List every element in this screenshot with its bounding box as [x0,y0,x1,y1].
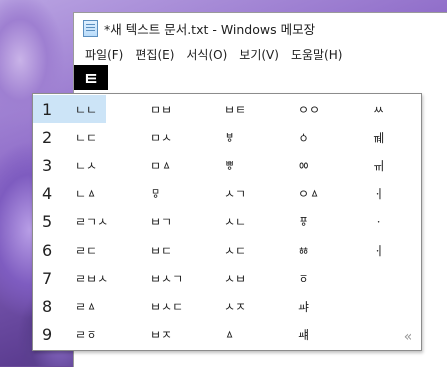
window-title: *새 텍스트 문서.txt - Windows 메모장 [104,21,316,37]
candidate-item[interactable]: ㅁㅅ [150,123,172,151]
ime-candidate-window: 1 ㄴㄴ ㅁㅂ ㅂㅌ ㅇㅇㅆ 2 ㄴㄷ ㅁㅅㅸㆁㆋ 3 ㄴㅅ ㅁㅿㅹㆀㆌ 4 ㄴㅿㅱㅅㄱ ㅇㅿㆎ 5 ㄹㄱㅅㅂ… [32,93,422,351]
candidate-item[interactable]: ㅂㄷ [150,236,172,264]
candidate-item[interactable]: ㄹㄱㅅ [75,208,108,236]
title-bar: *새 텍스트 문서.txt - Windows 메모장 [74,13,447,43]
candidate-row: 7 ㄹㅂㅅ ㅂㅅㄱ ㅅㅂㆆ [33,264,421,292]
candidate-item[interactable]: ㅅㅂ [224,264,246,292]
candidate-item[interactable]: ㄴㄴ [75,95,97,123]
candidate-item[interactable]: ㆄ [298,208,309,236]
candidate-item[interactable]: ㅇㅿ [298,180,320,208]
candidate-item[interactable]: ㅹ [224,151,235,179]
candidate-item[interactable]: ㅂㄱ [150,208,172,236]
candidate-item[interactable]: ㅂㅅㄱ [150,264,183,292]
candidate-item[interactable]: ㄴㄷ [75,123,97,151]
candidate-item[interactable]: ㆍ [373,208,384,236]
candidate-row: 6 ㄹㄷ ㅂㄷ ㅅㄷㆅㆎ [33,236,421,264]
menu-format[interactable]: 서식(O) [180,46,233,63]
expand-candidates-button[interactable]: « [399,328,417,346]
candidate-row: 9 ㄹㆆ ㅂㅈㅿㆈ [33,321,421,349]
candidate-item[interactable]: ㅁㅿ [150,151,172,179]
candidate-item[interactable]: ㅅㄷ [224,236,246,264]
candidate-item[interactable]: ㅂㅈ [150,321,172,349]
candidate-item[interactable]: ㅁㅂ [150,95,172,123]
candidate-item[interactable]: ㆈ [298,321,309,349]
candidate-item[interactable]: ㆎ [373,180,384,208]
candidate-row: 4 ㄴㅿㅱㅅㄱ ㅇㅿㆎ [33,180,421,208]
candidate-row: 1 ㄴㄴ ㅁㅂ ㅂㅌ ㅇㅇㅆ [33,95,421,123]
candidate-item[interactable]: ㄴㅅ [75,151,97,179]
notepad-icon [83,19,98,37]
candidate-row: 5 ㄹㄱㅅ ㅂㄱ ㅅㄴㆄㆍ [33,208,421,236]
menu-file[interactable]: 파일(F) [79,46,129,63]
candidate-item[interactable]: ㆆ [298,264,309,292]
candidate-item[interactable]: ㄹㆆ [75,321,97,349]
candidate-item[interactable]: ㄹㅂㅅ [75,264,108,292]
candidate-item[interactable]: ㅿ [224,321,235,349]
candidate-item[interactable]: ㅇㅇ [298,95,320,123]
candidate-item[interactable]: ㆁ [298,123,309,151]
candidate-item[interactable]: ㅱ [150,180,161,208]
menu-view[interactable]: 보기(V) [233,46,285,63]
candidate-item[interactable]: ㆋ [373,123,384,151]
ime-composition-char: ㅌ [74,65,108,90]
menu-edit[interactable]: 편집(E) [129,46,180,63]
candidate-item[interactable]: ㅅㄱ [224,180,246,208]
candidate-item[interactable]: ㄹㅿ [75,292,97,320]
candidate-item[interactable]: ㅂㅅㄷ [150,292,183,320]
candidate-item[interactable]: ㅂㅌ [224,95,246,123]
menu-bar: 파일(F) 편집(E) 서식(O) 보기(V) 도움말(H) [74,43,447,65]
candidate-item[interactable]: ㅅㅈ [224,292,246,320]
candidate-item[interactable]: ㄹㄷ [75,236,97,264]
candidate-item[interactable]: ㆎ [373,236,384,264]
candidate-item[interactable]: ㆇ [298,292,309,320]
candidate-item[interactable]: ㅅㄴ [224,208,246,236]
candidate-item[interactable]: ㆌ [373,151,384,179]
candidate-item[interactable]: ㅸ [224,123,235,151]
candidate-item[interactable]: ㆀ [298,151,309,179]
candidate-row: 8 ㄹㅿ ㅂㅅㄷ ㅅㅈㆇ [33,292,421,320]
candidate-row: 2 ㄴㄷ ㅁㅅㅸㆁㆋ [33,123,421,151]
candidate-item[interactable]: ㅆ [373,95,384,123]
candidate-item[interactable]: ㄴㅿ [75,180,97,208]
candidate-item[interactable]: ㆅ [298,236,309,264]
menu-help[interactable]: 도움말(H) [285,46,349,63]
candidate-row: 3 ㄴㅅ ㅁㅿㅹㆀㆌ [33,151,421,179]
